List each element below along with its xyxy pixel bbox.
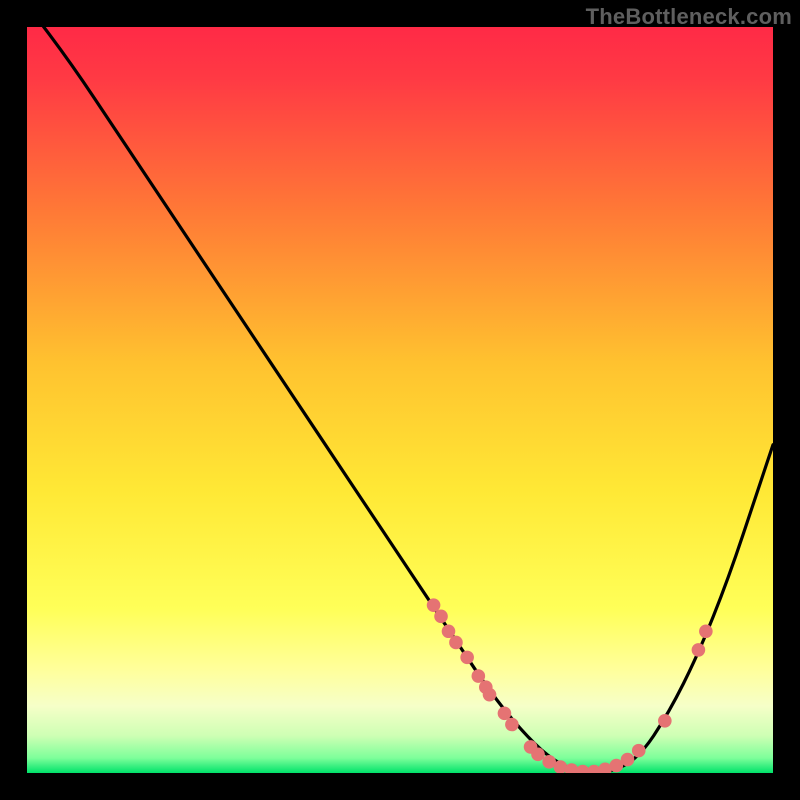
- chart-frame: TheBottleneck.com: [0, 0, 800, 800]
- curve-marker: [434, 610, 448, 624]
- curve-marker: [658, 714, 672, 728]
- plot-area: [27, 27, 773, 773]
- curve-marker: [498, 707, 512, 721]
- curve-marker: [699, 624, 713, 638]
- curve-marker: [449, 636, 463, 650]
- curve-marker: [427, 598, 441, 612]
- chart-svg: [27, 27, 773, 773]
- gradient-background: [27, 27, 773, 773]
- curve-marker: [505, 718, 519, 732]
- curve-marker: [531, 748, 545, 762]
- curve-marker: [472, 669, 486, 683]
- curve-marker: [632, 744, 646, 758]
- curve-marker: [483, 688, 497, 702]
- curve-marker: [460, 651, 474, 665]
- watermark-text: TheBottleneck.com: [586, 4, 792, 30]
- curve-marker: [442, 624, 456, 638]
- curve-marker: [621, 753, 635, 767]
- curve-marker: [692, 643, 706, 657]
